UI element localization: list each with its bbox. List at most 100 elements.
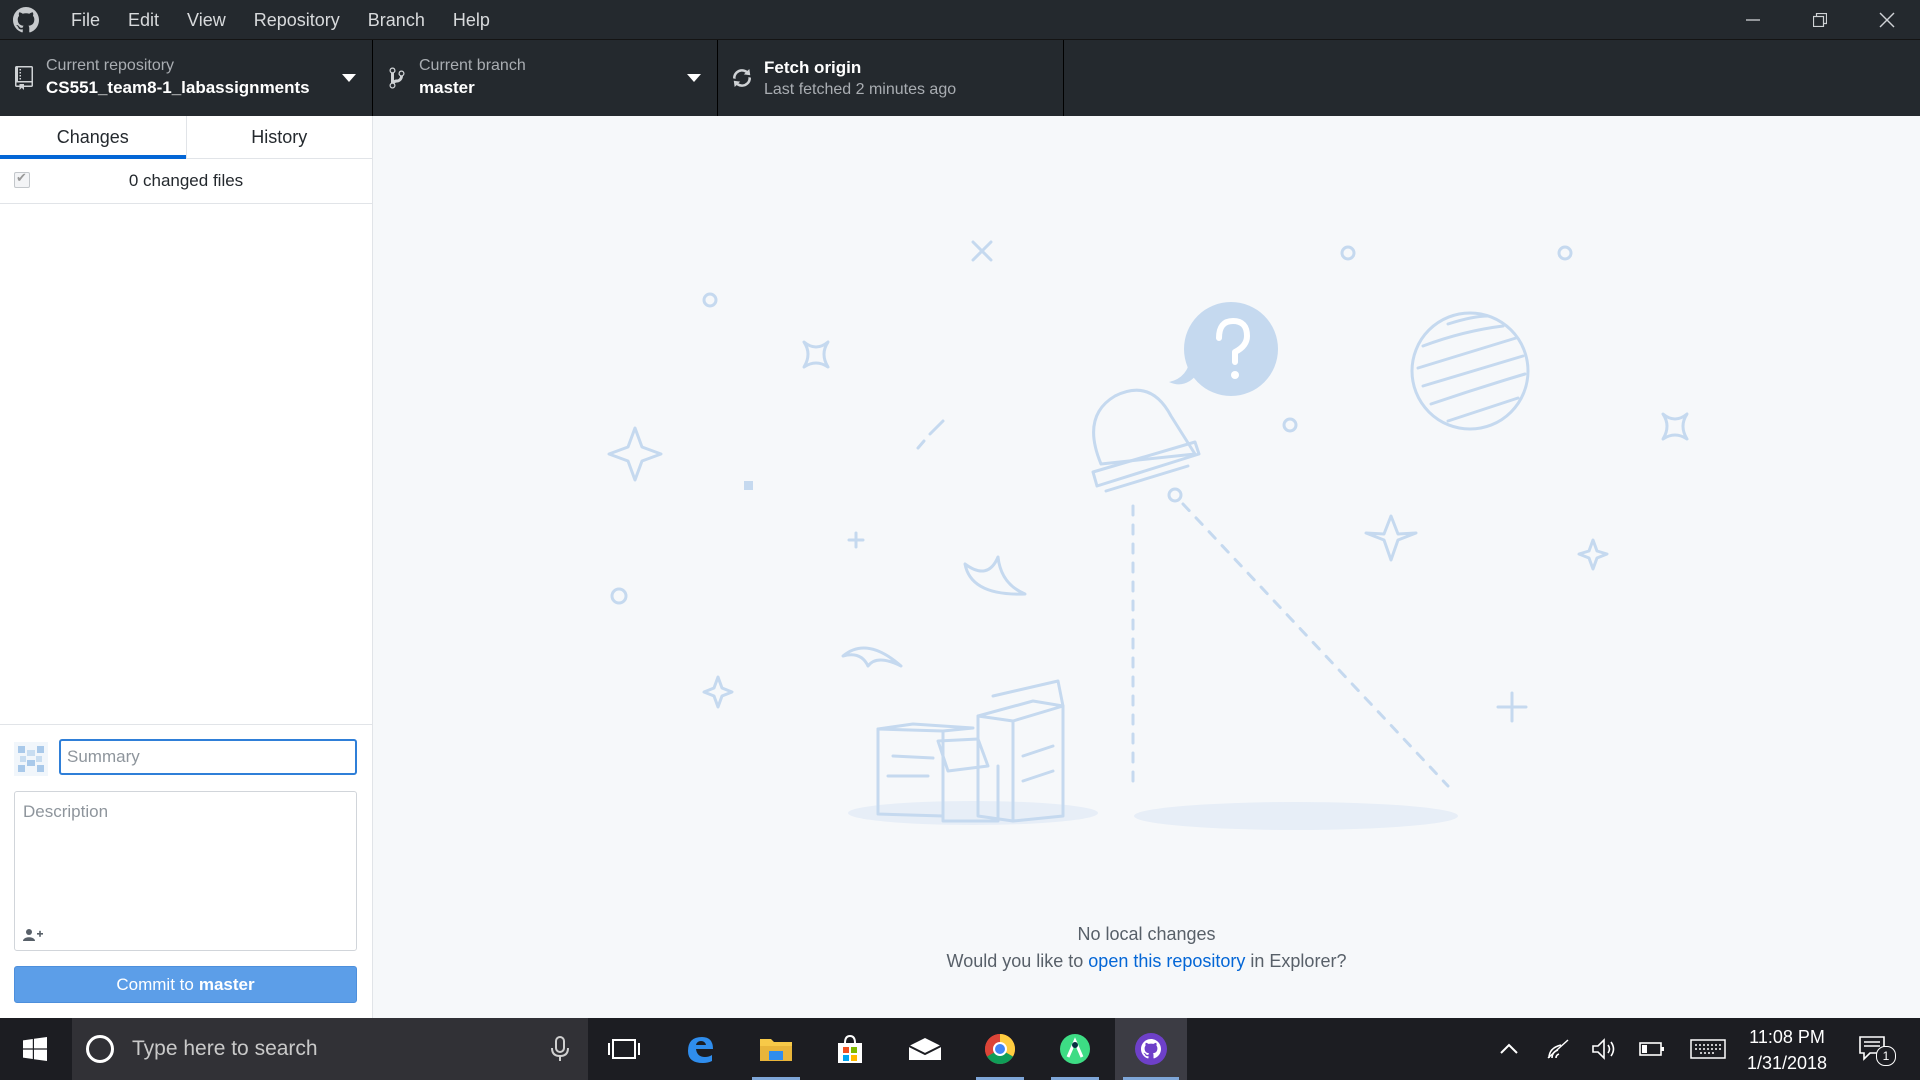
crescent-decoration [963, 555, 1027, 596]
select-all-checkbox[interactable] [14, 170, 30, 188]
plus-decoration [1496, 691, 1528, 723]
open-repository-prompt: Would you like to open this repository i… [373, 951, 1920, 972]
circle-decoration [1282, 417, 1298, 433]
clock-time: 11:08 PM [1749, 1027, 1825, 1047]
repo-name: CS551_team8-1_labassignments [46, 78, 310, 97]
menu-view[interactable]: View [173, 0, 240, 40]
menu-branch[interactable]: Branch [354, 0, 439, 40]
restore-button[interactable] [1786, 0, 1853, 40]
star-decoration [1364, 514, 1418, 562]
chrome-icon [984, 1034, 1016, 1065]
menu-edit[interactable]: Edit [114, 0, 173, 40]
chrome-app[interactable] [968, 1018, 1032, 1080]
taskbar-search-box[interactable]: Type here to search [72, 1018, 588, 1080]
keyboard-icon [1690, 1039, 1726, 1059]
start-button[interactable] [0, 1018, 70, 1080]
dash-decoration [916, 419, 945, 450]
fetch-origin-button[interactable]: Fetch origin Last fetched 2 minutes ago [718, 40, 1064, 116]
title-bar: File Edit View Repository Branch Help [0, 0, 1920, 40]
changes-header: 0 changed files [0, 159, 372, 204]
planet-decoration [1410, 311, 1530, 431]
chevron-up-icon [1500, 1043, 1518, 1054]
windows-logo-icon [23, 1037, 47, 1061]
menu-help[interactable]: Help [439, 0, 504, 40]
network-button[interactable] [1545, 1037, 1571, 1061]
repo-label: Current repository [46, 57, 175, 74]
menu-repository[interactable]: Repository [240, 0, 354, 40]
star-decoration [607, 426, 663, 482]
fetch-status: Last fetched 2 minutes ago [764, 81, 957, 98]
volume-icon [1592, 1038, 1615, 1060]
touch-keyboard-button[interactable] [1688, 1037, 1728, 1061]
summary-input[interactable] [59, 739, 357, 775]
crescent-decoration [841, 646, 903, 668]
system-clock[interactable]: 11:08 PM 1/31/2018 [1742, 1024, 1832, 1076]
github-desktop-app[interactable] [1115, 1018, 1187, 1080]
tab-changes[interactable]: Changes [0, 116, 186, 159]
boxes-decoration [876, 679, 1065, 823]
folder-icon [760, 1039, 792, 1061]
circle-decoration [1340, 245, 1356, 261]
close-button[interactable] [1853, 0, 1920, 40]
store-app[interactable] [818, 1018, 882, 1080]
menu-file[interactable]: File [57, 0, 114, 40]
question-bubble-decoration [1169, 302, 1278, 396]
prompt-prefix: Would you like to [946, 951, 1084, 971]
github-desktop-icon [1135, 1033, 1167, 1065]
fetch-title: Fetch origin [764, 58, 862, 77]
task-view-icon [608, 1039, 640, 1059]
action-center-button[interactable]: 1 [1858, 1034, 1896, 1066]
no-changes-illustration [607, 240, 1689, 830]
concave-square-decoration [1661, 412, 1689, 441]
telescope-decoration [1091, 388, 1450, 788]
square-decoration [744, 481, 753, 490]
minimize-button[interactable] [1719, 0, 1786, 40]
file-explorer-app[interactable] [744, 1018, 808, 1080]
android-studio-app[interactable] [1043, 1018, 1107, 1080]
mail-app[interactable] [893, 1018, 957, 1080]
tab-history[interactable]: History [185, 116, 373, 158]
changed-files-count: 0 changed files [128, 171, 244, 190]
toolbar: Current repository CS551_team8-1_labassi… [0, 40, 1920, 116]
mail-icon [908, 1038, 942, 1060]
sidebar: Changes History 0 changed files [0, 116, 373, 1018]
description-input[interactable] [15, 792, 356, 912]
branch-icon [389, 67, 405, 89]
caret-down-icon [687, 74, 701, 82]
clock-date: 1/31/2018 [1746, 1053, 1828, 1073]
battery-button[interactable] [1638, 1037, 1666, 1061]
star-decoration [702, 675, 734, 709]
edge-icon [688, 1037, 713, 1063]
battery-icon [1639, 1042, 1664, 1056]
x-mark-decoration [971, 240, 993, 262]
star-decoration [1577, 538, 1609, 571]
circle-decoration [1557, 245, 1573, 261]
description-box [14, 791, 357, 951]
tab-bar: Changes History [0, 116, 372, 159]
prompt-suffix: in Explorer? [1250, 951, 1347, 971]
avatar [14, 742, 48, 776]
main-panel: No local changes Would you like to open … [373, 116, 1920, 1018]
cortana-icon [86, 1035, 114, 1063]
current-repository-dropdown[interactable]: Current repository CS551_team8-1_labassi… [0, 40, 373, 116]
repo-icon [15, 66, 33, 90]
task-view-button[interactable] [592, 1018, 656, 1080]
github-logo-icon [13, 6, 39, 32]
current-branch-dropdown[interactable]: Current branch master [373, 40, 718, 116]
commit-button[interactable]: Commit to master [14, 966, 357, 1003]
open-repository-link[interactable]: open this repository [1088, 951, 1245, 971]
concave-square-decoration [802, 340, 830, 369]
beam-shadow [1134, 802, 1458, 830]
volume-button[interactable] [1590, 1037, 1618, 1061]
circle-decoration [702, 292, 718, 308]
minimize-icon [1745, 19, 1760, 21]
add-coauthor-icon[interactable] [23, 928, 43, 942]
plus-decoration [847, 531, 865, 549]
commit-button-prefix: Commit to [116, 974, 194, 994]
edge-app[interactable] [668, 1018, 732, 1080]
android-studio-icon [1060, 1034, 1090, 1064]
show-hidden-icons-button[interactable] [1497, 1037, 1521, 1061]
microphone-icon[interactable] [550, 1036, 570, 1062]
caret-down-icon [342, 74, 356, 82]
window-controls [1719, 0, 1920, 40]
